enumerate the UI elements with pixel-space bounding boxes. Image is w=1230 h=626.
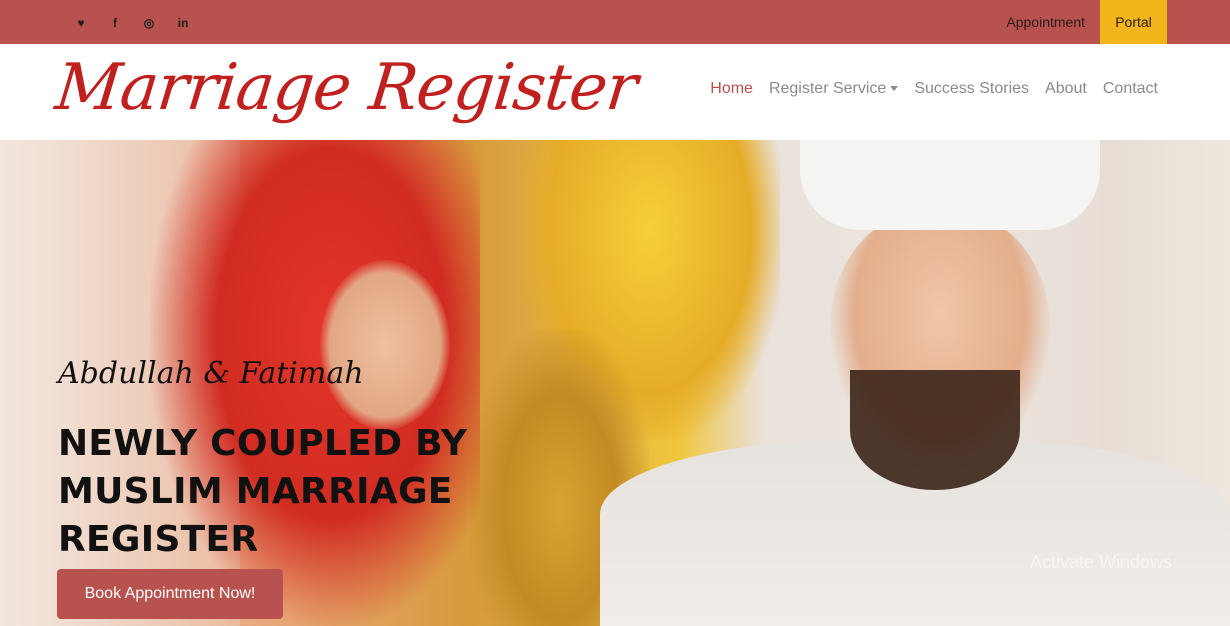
hero-image-groom-beard: [850, 370, 1020, 490]
nav-item-home[interactable]: Home: [710, 80, 753, 98]
hero-headline: NEWLY COUPLED BY MUSLIM MARRIAGE REGISTE…: [58, 423, 468, 560]
os-watermark: Activate Windows: [1030, 552, 1173, 572]
top-right-links: Appointment Portal: [1006, 0, 1230, 44]
nav-item-success-stories[interactable]: Success Stories: [914, 80, 1029, 98]
nav-item-contact[interactable]: Contact: [1103, 80, 1158, 98]
hero-couple-names: Abdullah & Fatimah: [58, 356, 364, 391]
site-logo[interactable]: Marriage Register: [52, 46, 641, 130]
twitter-icon[interactable]: ♥: [64, 14, 98, 32]
hero-image-bride-face: [320, 260, 450, 430]
book-appointment-button[interactable]: Book Appointment Now!: [57, 569, 283, 619]
social-links: ♥ f ◎ in: [64, 14, 200, 32]
portal-button[interactable]: Portal: [1100, 0, 1167, 44]
appointment-link[interactable]: Appointment: [1006, 14, 1085, 30]
linkedin-icon[interactable]: in: [166, 14, 200, 32]
nav-item-about[interactable]: About: [1045, 80, 1087, 98]
nav-item-register-service-label: Register Service: [768, 80, 887, 97]
nav-item-register-service[interactable]: Register Service: [768, 80, 899, 98]
facebook-icon[interactable]: f: [98, 14, 132, 32]
chevron-down-icon: [890, 86, 899, 92]
hero-image-groom-cap: [800, 140, 1100, 230]
main-navbar: Marriage Register Home Register Service …: [0, 44, 1230, 140]
top-bar: ♥ f ◎ in Appointment Portal: [0, 0, 1230, 44]
instagram-icon[interactable]: ◎: [132, 14, 166, 32]
nav-menu: Home Register Service Success Stories Ab…: [710, 80, 1158, 98]
